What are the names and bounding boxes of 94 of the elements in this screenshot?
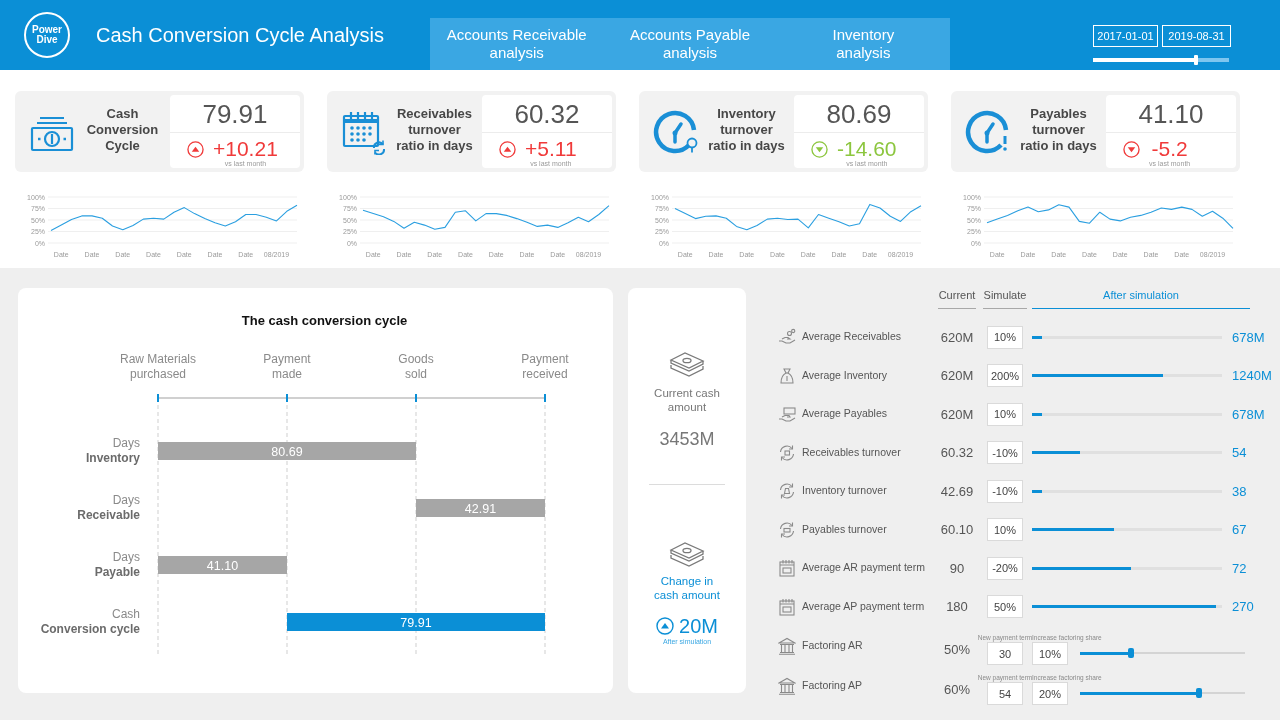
kpi-change: +5.11 [525, 138, 577, 160]
logo-text: Power Dive [32, 25, 62, 45]
date-field[interactable]: 2019-08-31 [1162, 25, 1231, 47]
column-header: Simulate [982, 289, 1028, 309]
cash-label: Current cash amount [654, 386, 720, 414]
kpi-label: Receivables turnover ratio in days [396, 106, 473, 154]
cycle-arrows-icon [778, 443, 796, 462]
factoring-share-field[interactable]: 20% [1032, 682, 1068, 705]
milestone-label: Goods sold [398, 352, 434, 382]
simulate-field[interactable]: 10% [987, 325, 1023, 349]
current-value: 90 [949, 559, 965, 578]
column-header: After simulation [1032, 289, 1250, 309]
app-title: Cash Conversion Cycle Analysis [96, 24, 384, 46]
row-label: Days Payable [94, 550, 140, 580]
date-range-slider[interactable] [1093, 58, 1229, 62]
simulate-field[interactable]: -10% [987, 479, 1023, 503]
current-value: 50% [944, 641, 970, 660]
simulate-field[interactable]: 200% [987, 364, 1023, 388]
bar-value: 41.10 [206, 558, 239, 573]
current-value: 60.32 [940, 444, 974, 462]
cash-stack-icon [669, 540, 705, 568]
result-value: 38 [1232, 482, 1247, 501]
hand-coins-icon [778, 328, 796, 347]
current-value: 60.10 [940, 521, 974, 539]
metric-label: Factoring AP [802, 678, 864, 694]
simulate-field[interactable]: 10% [987, 402, 1023, 426]
bar-value: 79.91 [400, 615, 432, 630]
bank-icon [778, 677, 796, 695]
money-bag-icon [778, 366, 796, 385]
milestone-label: Payment received [521, 352, 569, 382]
factoring-share-field[interactable]: 10% [1032, 642, 1068, 665]
current-value: 620M [940, 328, 974, 347]
metric-label: Average Payables [802, 406, 889, 422]
slider-handle[interactable] [1195, 688, 1202, 698]
kpi-change: -5.2 [1151, 138, 1188, 160]
kpi-change: -14.60 [837, 138, 897, 160]
cash-amount: 3453M [659, 428, 715, 450]
simulate-field[interactable]: -10% [987, 441, 1023, 465]
bank-icon [778, 637, 796, 655]
result-value: 54 [1232, 444, 1247, 462]
chart-title: The cash conversion cycle [241, 313, 408, 328]
result-value: 72 [1232, 559, 1247, 578]
cycle-arrows-icon [778, 482, 796, 501]
current-value: 620M [940, 367, 974, 385]
result-value: 67 [1232, 521, 1247, 539]
row-label: Cash Conversion cycle [40, 607, 140, 637]
kpi-value: 60.32 [514, 99, 580, 129]
simulate-field[interactable]: -20% [987, 556, 1023, 580]
metric-label: Average AP payment term [802, 598, 926, 614]
cash-change: 20M [679, 614, 718, 638]
kpi-label: Inventory turnover ratio in days [708, 106, 785, 154]
bar-value: 80.69 [271, 444, 303, 459]
simulate-field[interactable]: 50% [987, 595, 1023, 619]
date-field[interactable]: 2017-01-01 [1093, 25, 1158, 47]
result-value: 270 [1232, 598, 1254, 616]
metric-label: Average AR payment term [802, 560, 926, 576]
payment-term-field[interactable]: 54 [987, 682, 1023, 705]
kpi-value: 79.91 [202, 99, 268, 129]
current-value: 42.69 [940, 482, 974, 501]
payment-term-field[interactable]: 30 [987, 642, 1023, 665]
result-value: 678M [1232, 328, 1265, 347]
current-value: 60% [944, 681, 970, 700]
current-value: 620M [940, 405, 974, 424]
metric-label: Average Receivables [802, 329, 903, 345]
row-label: Days Receivable [77, 493, 140, 523]
metric-label: Factoring AR [802, 638, 864, 654]
kpi-value: 80.69 [826, 99, 892, 129]
hand-banknote-icon [778, 405, 796, 424]
current-value: 180 [946, 598, 968, 616]
clock-icon [965, 108, 1011, 155]
calendar-icon [778, 597, 796, 616]
clock-icon [653, 108, 699, 155]
simulate-field[interactable]: 10% [987, 518, 1023, 542]
milestone-label: Payment made [263, 352, 311, 382]
metric-label: Average Inventory [802, 367, 889, 383]
cash-stack-icon [669, 350, 705, 378]
metric-label: Inventory turnover [802, 483, 888, 499]
slider-handle[interactable] [1128, 648, 1135, 658]
cycle-arrows-icon [778, 520, 796, 539]
kpi-label: Cash Conversion Cycle [86, 106, 159, 154]
calendar-icon [778, 559, 796, 578]
row-label: Days Inventory [86, 436, 140, 466]
metric-label: Payables turnover [802, 521, 888, 537]
column-header: Current [937, 289, 977, 309]
result-value: 678M [1232, 405, 1265, 424]
result-value: 1240M [1232, 367, 1272, 385]
milestone-label: Raw Materials purchased [120, 352, 196, 382]
kpi-label: Payables turnover ratio in days [1020, 106, 1097, 154]
cash-label: Change in cash amount [654, 574, 720, 602]
bar-value: 42.91 [464, 501, 497, 516]
kpi-change: +10.21 [213, 138, 278, 160]
kpi-value: 41.10 [1138, 99, 1204, 129]
metric-label: Receivables turnover [802, 444, 902, 460]
slider-handle[interactable] [1194, 55, 1199, 65]
